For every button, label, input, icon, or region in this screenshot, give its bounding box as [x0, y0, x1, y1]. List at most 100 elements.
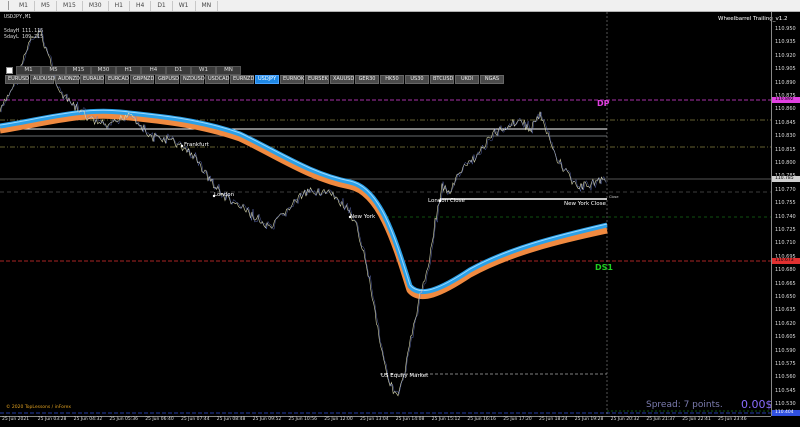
price-label: 110.545 — [775, 387, 796, 394]
symbol-button-eurcad[interactable]: EURCAD — [105, 75, 129, 84]
chart-tf-h1[interactable]: H1 — [116, 66, 141, 75]
symbol-button-gbpnzd[interactable]: GBPNZD — [130, 75, 154, 84]
symbol-button-gbpusd[interactable]: GBPUSD — [155, 75, 179, 84]
price-label: 110.950 — [775, 26, 796, 32]
symbol-button-eurnok[interactable]: EURNOK — [280, 75, 304, 84]
symbol-button-xauusd[interactable]: XAUUSD — [330, 75, 354, 84]
price-label: 110.665 — [775, 280, 796, 287]
time-label: 25 Jun 07:44 — [181, 417, 210, 422]
time-label: 25 Jun 16:16 — [467, 417, 496, 422]
toolbar-separator — [8, 1, 9, 10]
time-label: 25 Jun 17:20 — [503, 417, 532, 422]
time-label: 25 Jun 12:00 — [324, 417, 353, 422]
chart-tf-m30[interactable]: M30 — [91, 66, 116, 75]
symbol-button-euraud[interactable]: EURAUD — [80, 75, 104, 84]
price-label: 110.650 — [775, 294, 796, 300]
chart-timeframe-buttons: M1 M5 M15 M30 H1 H4 D1 W1 MN — [16, 66, 241, 75]
chart-tf-m5[interactable]: M5 — [41, 66, 66, 75]
symbol-button-eursek[interactable]: EURSEK — [305, 75, 329, 84]
symbol-button-ukoi[interactable]: UKOI — [455, 75, 479, 84]
symbol-button-ngas[interactable]: NGAS — [480, 75, 504, 84]
price-label: 110.680 — [775, 267, 796, 274]
price-label: 110.725 — [775, 227, 796, 233]
symbol-button-us30[interactable]: US30 — [405, 75, 429, 84]
symbol-buttons: EURUSD AUDUSD AUDNZD EURAUD EURCAD GBPNZD GBPU… — [5, 75, 505, 84]
symbol-button-ger30[interactable]: GER30 — [355, 75, 379, 84]
symbol-button-eurusd[interactable]: EURUSD — [5, 75, 29, 84]
time-label: 25 Jun 04:32 — [73, 417, 103, 422]
symbol-button-btcusd[interactable]: BTCUSD — [430, 75, 454, 84]
symbol-button-nzdusd[interactable]: NZDUSD — [180, 75, 205, 84]
close-small-label: Close — [609, 195, 619, 199]
time-label: 25 Jun 06:40 — [145, 417, 174, 422]
time-label: 25 Jun 20:32 — [610, 417, 640, 422]
toolbar-tf-m5[interactable]: M5 — [35, 0, 57, 11]
ma-band-orange — [0, 111, 608, 300]
symbol-button-usdcad[interactable]: USDCAD — [205, 75, 229, 84]
time-label: 25 Jun 10:56 — [288, 417, 317, 422]
time-label: 25 Jun 23:46 — [718, 417, 747, 422]
ma-band-blue — [0, 108, 608, 295]
chart-tf-w1[interactable]: W1 — [191, 66, 216, 75]
spread-label: Spread: 7 points. — [646, 400, 723, 410]
price-label: 110.620 — [775, 320, 796, 327]
moving-average-band — [0, 108, 608, 300]
chart-tf-m1[interactable]: M1 — [16, 66, 41, 75]
price-label: 110.710 — [775, 240, 796, 247]
time-label: 25 Jun 14:08 — [395, 417, 425, 422]
current-price-tag: 110.785 — [772, 176, 800, 182]
price-chart[interactable]: USDJPY,M1 5dayH 111.116 5dayL 109.715 Wh… — [0, 12, 800, 427]
symbol-button-usdjpy[interactable]: USDJPY — [255, 75, 279, 84]
session-label-new-york: New York — [350, 214, 376, 220]
time-label: 25 Jun 18:24 — [539, 417, 568, 422]
symbol-button-hk50[interactable]: HK50 — [380, 75, 404, 84]
price-label: 110.890 — [775, 79, 796, 86]
time-label: 25 Jun 08:48 — [216, 417, 246, 422]
five-day-low: 5dayL 109.715 — [4, 34, 44, 40]
toolbar-tf-h4[interactable]: H4 — [130, 0, 152, 11]
time-label: 25 Jun 22:41 — [682, 417, 711, 422]
time-label: 25 Jun 2021 — [2, 417, 30, 422]
bottom-price-tag: 110.404 — [772, 410, 800, 416]
toolbar-tf-w1[interactable]: W1 — [173, 0, 196, 11]
dp-price-tag: 110.892 — [772, 97, 800, 103]
chart-tf-h4[interactable]: H4 — [141, 66, 166, 75]
symbol-header: USDJPY,M1 — [4, 14, 32, 20]
chart-tf-d1[interactable]: D1 — [166, 66, 191, 75]
toolbar-tf-mn[interactable]: MN — [196, 0, 219, 11]
toggle-checkbox[interactable] — [6, 67, 13, 74]
chart-tf-m15[interactable]: M15 — [66, 66, 91, 75]
price-label: 110.830 — [775, 133, 796, 140]
price-label: 110.755 — [775, 200, 796, 207]
toolbar-tf-m15[interactable]: M15 — [57, 0, 83, 11]
price-label: 110.935 — [775, 39, 796, 46]
price-label: 110.605 — [775, 334, 796, 341]
toolbar-tf-d1[interactable]: D1 — [151, 0, 173, 11]
toolbar-tf-h1[interactable]: H1 — [109, 0, 130, 11]
price-label: 110.920 — [775, 52, 796, 59]
time-label: 25 Jun 09:52 — [252, 417, 282, 422]
time-label: 25 Jun 13:04 — [360, 417, 389, 422]
symbol-button-audusd[interactable]: AUDUSD — [30, 75, 55, 84]
session-label-frankfurt: Frankfurt — [184, 142, 209, 148]
symbol-button-audnzd[interactable]: AUDNZD — [55, 75, 80, 84]
time-label: 25 Jun 03:28 — [37, 417, 67, 422]
ds1-price-tag: 110.673 — [772, 258, 800, 264]
price-label: 110.635 — [775, 307, 796, 314]
chart-tf-mn[interactable]: MN — [216, 66, 241, 75]
session-label-new-york-close: New York Close — [564, 201, 606, 207]
spread-value: 0.00$ — [741, 398, 773, 411]
ma-band-highlight — [0, 109, 608, 292]
price-series-line — [0, 29, 606, 397]
toolbar-tf-m1[interactable]: M1 — [13, 0, 35, 11]
copyright-text: © 2020 TopLessons / inForex — [6, 405, 72, 410]
time-label: 25 Jun 15:12 — [431, 417, 461, 422]
toolbar-tf-m30[interactable]: M30 — [83, 0, 109, 11]
price-label: 110.590 — [775, 347, 796, 354]
price-label: 110.860 — [775, 106, 796, 113]
ds1-label: DS1 — [595, 263, 613, 272]
price-label: 110.815 — [775, 146, 796, 153]
dp-label: DP — [597, 99, 610, 108]
symbol-button-eurnzd[interactable]: EURNZD — [230, 75, 254, 84]
price-label: 110.740 — [775, 213, 796, 220]
